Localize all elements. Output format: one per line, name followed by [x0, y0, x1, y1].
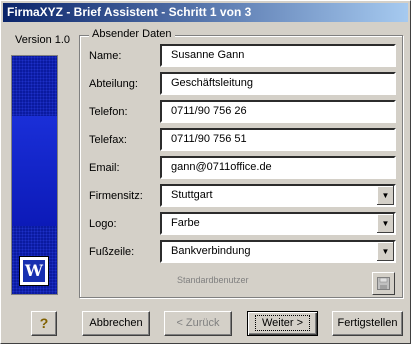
chevron-down-icon[interactable]: ▼: [376, 214, 394, 233]
firmensitz-value: Stuttgart: [171, 189, 213, 201]
zurueck-button[interactable]: < Zurück: [164, 311, 232, 336]
name-label: Name:: [89, 50, 122, 62]
email-field[interactable]: gann@0711office.de: [160, 156, 396, 179]
group-legend: Absender Daten: [89, 28, 175, 40]
help-button[interactable]: ?: [31, 311, 57, 336]
fertigstellen-button[interactable]: Fertigstellen: [332, 311, 403, 336]
dialog-window: FirmaXYZ - Brief Assistent - Schritt 1 v…: [0, 0, 411, 344]
save-icon: [377, 277, 390, 290]
firmensitz-select[interactable]: Stuttgart ▼: [160, 184, 396, 207]
telefax-label: Telefax:: [89, 134, 127, 146]
logo-label: Logo:: [89, 218, 117, 230]
window-title: FirmaXYZ - Brief Assistent - Schritt 1 v…: [3, 3, 408, 22]
telefax-field[interactable]: 0711/90 756 51: [160, 128, 396, 151]
abteilung-field[interactable]: Geschäftsleitung: [160, 72, 396, 95]
standard-user-label: Standardbenutzer: [177, 275, 249, 285]
fusszeile-select[interactable]: Bankverbindung ▼: [160, 240, 396, 263]
abbrechen-button[interactable]: Abbrechen: [82, 311, 150, 336]
email-label: Email:: [89, 162, 120, 174]
word-logo-icon: W: [19, 256, 49, 286]
logo-letter: W: [23, 260, 45, 282]
weiter-label: Weiter >: [254, 315, 311, 331]
logo-value: Farbe: [171, 217, 200, 229]
help-icon: ?: [39, 315, 49, 331]
logo-select[interactable]: Farbe ▼: [160, 212, 396, 235]
chevron-down-icon[interactable]: ▼: [376, 186, 394, 205]
firmensitz-label: Firmensitz:: [89, 190, 143, 202]
telefon-label: Telefon:: [89, 106, 128, 118]
weiter-button[interactable]: Weiter >: [247, 311, 318, 336]
telefon-field[interactable]: 0711/90 756 26: [160, 100, 396, 123]
abteilung-label: Abteilung:: [89, 78, 138, 90]
fusszeile-label: Fußzeile:: [89, 246, 135, 258]
version-label: Version 1.0: [15, 34, 71, 46]
name-field[interactable]: Susanne Gann: [160, 44, 396, 67]
fusszeile-value: Bankverbindung: [171, 245, 251, 257]
sidebar-banner: W: [11, 55, 58, 295]
chevron-down-icon[interactable]: ▼: [376, 242, 394, 261]
save-default-button[interactable]: [372, 272, 395, 295]
